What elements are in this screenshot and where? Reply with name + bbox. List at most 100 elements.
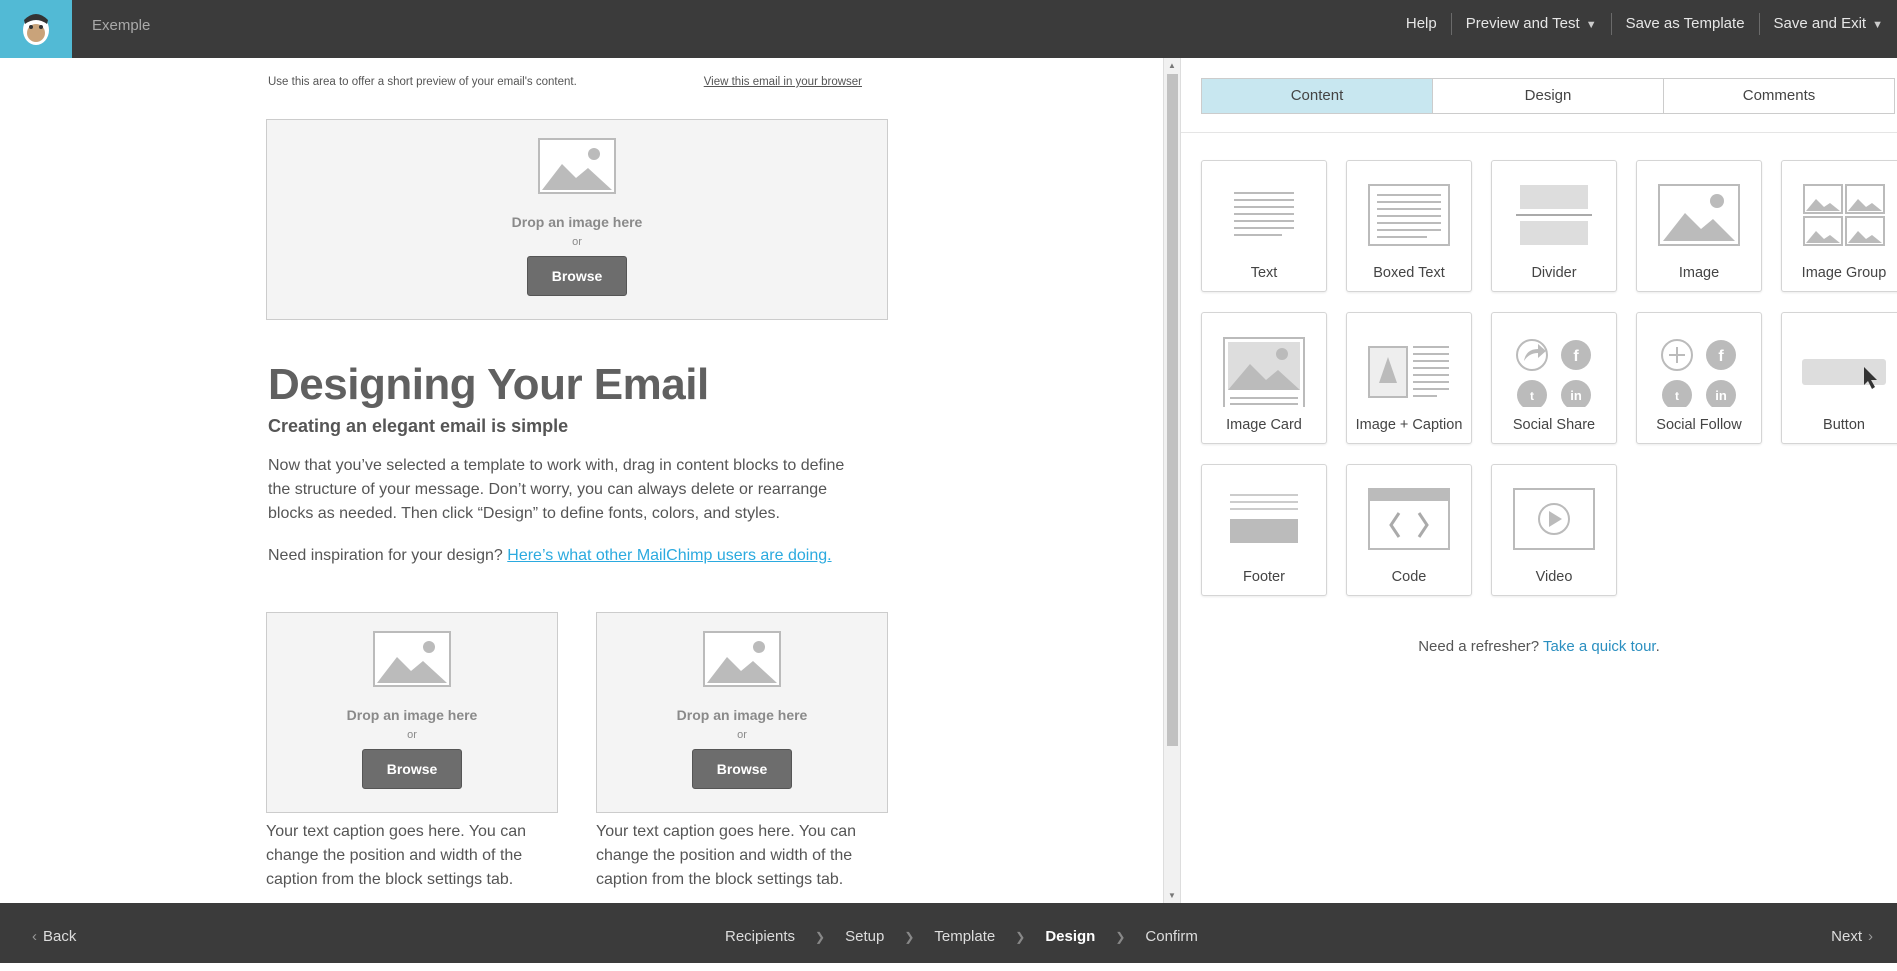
or-text: or (407, 729, 417, 741)
browse-button[interactable]: Browse (527, 256, 627, 296)
image-card-block-icon (1223, 337, 1305, 407)
quick-tour-link[interactable]: Take a quick tour (1543, 638, 1656, 655)
next-button[interactable]: Next › (1831, 903, 1873, 971)
content-panel: Content Design Comments Text Boxed Text … (1181, 58, 1897, 903)
block-label: Image Group (1801, 265, 1887, 281)
image-placeholder-icon (538, 138, 616, 194)
wizard-steps: Recipients ❯ Setup ❯ Template ❯ Design ❯… (725, 903, 1198, 971)
block-image-group[interactable]: Image Group (1781, 160, 1897, 292)
top-actions: Help Preview and Test ▼ Save as Template … (1392, 0, 1897, 48)
block-label: Image + Caption (1355, 417, 1463, 433)
block-social-share[interactable]: f t in Social Share (1491, 312, 1617, 444)
video-block-icon (1513, 488, 1595, 550)
footer-block-icon (1230, 494, 1298, 543)
block-label: Text (1250, 265, 1278, 281)
back-button[interactable]: ‹ Back (32, 903, 76, 971)
block-label: Social Share (1512, 417, 1596, 433)
block-label: Image Card (1226, 417, 1302, 433)
inspiration-link[interactable]: Here’s what other MailChimp users are do… (507, 547, 831, 564)
chevron-down-icon: ▼ (1872, 19, 1883, 31)
mailchimp-logo-icon[interactable] (0, 0, 72, 58)
text-block-icon (1234, 192, 1294, 236)
svg-text:f: f (1718, 348, 1724, 365)
save-as-template-button[interactable]: Save as Template (1610, 13, 1759, 35)
step-design[interactable]: Design (1045, 903, 1095, 971)
block-button[interactable]: Button (1781, 312, 1897, 444)
preview-and-test-menu[interactable]: Preview and Test ▼ (1450, 13, 1611, 35)
chevron-right-icon: ❯ (904, 930, 915, 944)
inspiration-text[interactable]: Need inspiration for your design? Here’s… (268, 544, 868, 568)
block-image-caption[interactable]: Image + Caption (1346, 312, 1472, 444)
step-confirm[interactable]: Confirm (1145, 903, 1198, 971)
email-body-text[interactable]: Now that you’ve selected a template to w… (268, 454, 868, 526)
block-text[interactable]: Text (1201, 160, 1327, 292)
svg-text:in: in (1570, 388, 1582, 403)
block-label: Code (1391, 569, 1427, 585)
chevron-right-icon: ❯ (1115, 930, 1126, 944)
next-label: Next (1831, 928, 1862, 945)
preheader[interactable]: Use this area to offer a short preview o… (268, 76, 862, 88)
step-template[interactable]: Template (934, 903, 995, 971)
help-link[interactable]: Help (1392, 13, 1451, 35)
step-recipients[interactable]: Recipients (725, 903, 795, 971)
block-social-follow[interactable]: f t in Social Follow (1636, 312, 1762, 444)
top-bar: Exemple Help Preview and Test ▼ Save as T… (0, 0, 1897, 58)
right-image-dropzone[interactable]: Drop an image here or Browse (596, 612, 888, 813)
panel-tabs: Content Design Comments (1201, 78, 1895, 114)
svg-text:t: t (1675, 389, 1679, 403)
tab-comments[interactable]: Comments (1663, 79, 1894, 113)
tab-content[interactable]: Content (1202, 79, 1432, 113)
scroll-down-icon[interactable]: ▼ (1168, 891, 1176, 900)
or-text: or (572, 236, 582, 248)
block-label: Video (1535, 569, 1573, 585)
email-canvas: Use this area to offer a short preview o… (0, 58, 1163, 903)
scrollbar-thumb[interactable] (1167, 74, 1178, 746)
or-text: or (737, 729, 747, 741)
chevron-right-icon: ❯ (1015, 930, 1026, 944)
refresher-suffix: . (1655, 638, 1660, 655)
view-in-browser-link[interactable]: View this email in your browser (704, 76, 862, 88)
email-heading[interactable]: Designing Your Email (268, 360, 709, 410)
code-block-icon (1368, 488, 1450, 550)
social-share-block-icon: f t in (1516, 339, 1591, 407)
header-image-dropzone[interactable]: Drop an image here or Browse (266, 119, 888, 320)
step-setup[interactable]: Setup (845, 903, 884, 971)
refresher-text: Need a refresher? Take a quick tour. (1181, 638, 1897, 655)
campaign-name[interactable]: Exemple (92, 0, 150, 58)
image-block-icon (1658, 184, 1740, 246)
block-label: Image (1678, 265, 1720, 281)
tab-design[interactable]: Design (1432, 79, 1663, 113)
refresher-prefix: Need a refresher? (1418, 638, 1540, 655)
browse-button[interactable]: Browse (692, 749, 792, 789)
image-placeholder-icon (703, 631, 781, 687)
block-footer[interactable]: Footer (1201, 464, 1327, 596)
drop-image-text: Drop an image here (346, 707, 478, 723)
right-caption[interactable]: Your text caption goes here. You can cha… (596, 820, 896, 892)
block-label: Social Follow (1656, 417, 1742, 433)
svg-text:t: t (1530, 389, 1534, 403)
left-caption[interactable]: Your text caption goes here. You can cha… (266, 820, 566, 892)
image-caption-block-icon (1368, 346, 1449, 398)
block-image-card[interactable]: Image Card (1201, 312, 1327, 444)
block-image[interactable]: Image (1636, 160, 1762, 292)
block-video[interactable]: Video (1491, 464, 1617, 596)
image-group-block-icon (1803, 184, 1885, 246)
back-label: Back (43, 928, 77, 945)
button-block-icon (1802, 359, 1886, 389)
canvas-scrollbar[interactable]: ▲ ▼ (1163, 58, 1180, 903)
block-divider[interactable]: Divider (1491, 160, 1617, 292)
svg-text:in: in (1715, 388, 1727, 403)
block-label: Button (1823, 417, 1865, 433)
email-subheading[interactable]: Creating an elegant email is simple (268, 416, 568, 437)
browse-button[interactable]: Browse (362, 749, 462, 789)
save-and-exit-label: Save and Exit (1773, 15, 1867, 32)
save-and-exit-menu[interactable]: Save and Exit ▼ (1758, 13, 1897, 35)
preheader-text: Use this area to offer a short preview o… (268, 76, 577, 88)
inspiration-prefix: Need inspiration for your design? (268, 547, 503, 564)
block-code[interactable]: Code (1346, 464, 1472, 596)
left-image-dropzone[interactable]: Drop an image here or Browse (266, 612, 558, 813)
block-boxed-text[interactable]: Boxed Text (1346, 160, 1472, 292)
scroll-up-icon[interactable]: ▲ (1168, 61, 1176, 70)
block-label: Boxed Text (1373, 265, 1445, 281)
preview-and-test-label: Preview and Test (1465, 15, 1580, 32)
